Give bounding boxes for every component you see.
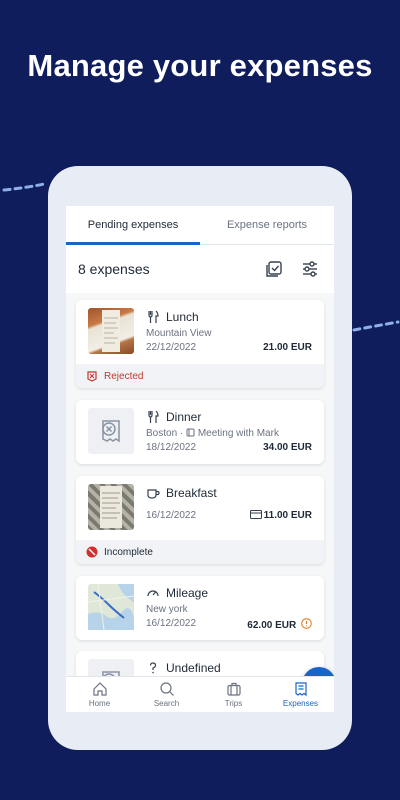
expense-date: 16/12/2022 [146,510,197,521]
receipt-icon [294,682,307,697]
summary-bar: 8 expenses [66,245,334,293]
map-thumbnail [87,583,135,631]
active-tab-indicator [66,242,200,245]
expense-project: Meeting with Mark [197,428,279,439]
expense-date: 18/12/2022 [146,442,197,453]
expense-amount-row: 62.00 EUR [247,618,312,631]
nav-search[interactable]: Search [133,677,200,712]
decorative-dashed-line-right [352,320,400,332]
coffee-cup-icon [147,489,160,499]
nav-home[interactable]: Home [66,677,133,712]
nav-expenses[interactable]: Expenses [267,677,334,712]
expense-card[interactable]: Dinner Boston · Meeting with Mark 18/12/… [76,400,324,464]
nav-label: Home [88,699,111,708]
headline: Manage your expenses [27,48,373,83]
project-icon [186,428,195,437]
nav-trips[interactable]: Trips [200,677,267,712]
tab-bar: Pending expenses Expense reports [66,206,334,245]
incomplete-icon [86,546,98,558]
status-label: Incomplete [104,546,153,558]
fork-knife-icon [148,410,159,423]
expense-location: New york [146,604,188,615]
expense-amount: 11.00 EUR [263,510,312,521]
info-icon[interactable] [301,618,312,629]
tab-expense-reports[interactable]: Expense reports [200,206,334,244]
expense-title: Undefined [166,661,221,675]
expense-location: Mountain View [146,328,212,339]
expense-amount: 21.00 EUR [263,342,312,353]
expense-card[interactable]: Breakfast 16/12/2022 11.00 EUR Incomplet… [76,476,324,564]
status-bar-incomplete: Incomplete [76,540,324,564]
expense-count: 8 expenses [78,261,150,277]
speedometer-icon [147,590,159,597]
expense-title: Mileage [166,586,209,600]
no-receipt-icon [88,408,134,454]
select-all-icon[interactable] [262,257,286,281]
app-screen: Pending expenses Expense reports 8 expen… [66,206,334,712]
home-icon [92,682,107,696]
expense-location: Boston [146,428,178,439]
status-bar-rejected: Rejected [76,364,324,388]
expense-card[interactable]: Mileage New york 16/12/2022 62.00 EUR [76,576,324,640]
expense-amount: 62.00 EUR [247,620,297,631]
receipt-photo [88,484,134,530]
card-icon [249,510,262,519]
receipt-photo [88,308,134,354]
phone-frame: Pending expenses Expense reports 8 expen… [48,166,352,750]
search-icon [159,682,174,696]
nav-label: Trips [224,699,243,708]
expense-amount-row: 11.00 EUR [249,510,312,521]
bottom-navigation: Home Search Trips Expenses [66,676,334,712]
question-icon [149,662,157,674]
tab-pending-expenses[interactable]: Pending expenses [66,206,200,244]
expense-details: Boston · Meeting with Mark [146,428,279,439]
expense-card[interactable]: Lunch Mountain View 22/12/2022 21.00 EUR… [76,300,324,388]
expense-date: 16/12/2022 [146,618,197,629]
nav-label: Search [153,699,180,708]
decorative-dashed-line-left [2,182,46,192]
nav-label: Expenses [282,699,319,708]
suitcase-icon [226,682,241,696]
expense-title: Dinner [166,410,202,424]
fork-knife-icon [148,310,159,323]
filter-icon[interactable] [298,257,322,281]
expense-amount: 34.00 EUR [263,442,312,453]
status-label: Rejected [104,370,144,382]
expense-title: Lunch [166,310,199,324]
expense-date: 22/12/2022 [146,342,197,353]
rejected-icon [87,371,97,382]
expense-title: Breakfast [166,486,217,500]
